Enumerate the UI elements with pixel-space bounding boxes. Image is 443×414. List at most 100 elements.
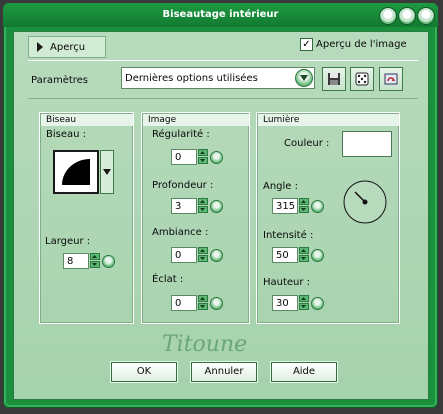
shine-input[interactable]: 0 (171, 295, 197, 311)
title-bar[interactable]: Biseautage intérieur (3, 3, 438, 27)
preview-toggle-label: Aperçu (50, 41, 86, 53)
ambience-input[interactable]: 0 (171, 247, 197, 263)
angle-input[interactable]: 315 (272, 198, 298, 214)
slider-knob-icon[interactable] (210, 248, 224, 262)
save-icon (328, 73, 340, 85)
field-label: Angle : (263, 181, 299, 192)
help-window-icon[interactable] (379, 7, 397, 25)
bevel-dropdown-button[interactable] (100, 150, 114, 194)
field-label: Éclat : (152, 274, 184, 285)
decrement-icon[interactable] (298, 303, 310, 310)
bevel-group: Biseau Biseau : Largeur : 8 (39, 112, 134, 324)
regularity-spinner[interactable]: 0 (171, 147, 224, 167)
preview-image-checkbox[interactable]: ✓ (300, 38, 313, 51)
angle-stepper[interactable] (298, 198, 310, 214)
angle-dial[interactable] (342, 179, 388, 228)
height-spinner[interactable]: 30 (272, 293, 325, 313)
slider-knob-icon[interactable] (311, 296, 325, 310)
chevron-down-icon (103, 169, 111, 175)
close-window-icon[interactable] (417, 7, 435, 25)
regularity-input[interactable]: 0 (171, 149, 197, 165)
height-stepper[interactable] (298, 295, 310, 311)
decrement-icon[interactable] (197, 206, 209, 213)
reset-icon (384, 73, 398, 85)
field-label: Hauteur : (263, 277, 311, 288)
cancel-button[interactable]: Annuler (191, 362, 257, 382)
dice-icon (355, 72, 369, 86)
increment-icon[interactable] (89, 253, 101, 260)
slider-knob-icon[interactable] (210, 296, 224, 310)
field-label: Profondeur : (152, 180, 214, 191)
increment-icon[interactable] (298, 247, 310, 254)
shine-stepper[interactable] (197, 295, 209, 311)
decrement-icon[interactable] (89, 261, 101, 268)
decrement-icon[interactable] (298, 255, 310, 262)
depth-input[interactable]: 3 (171, 198, 197, 214)
depth-stepper[interactable] (197, 198, 209, 214)
preview-toggle-button[interactable]: Aperçu (28, 36, 106, 58)
chevron-down-icon[interactable] (295, 69, 313, 87)
width-input[interactable]: 8 (63, 253, 89, 269)
field-label: Ambiance : (152, 227, 209, 238)
width-label: Largeur : (45, 236, 91, 247)
angle-dial-icon (343, 180, 387, 224)
divider (28, 60, 418, 61)
ambience-stepper[interactable] (197, 247, 209, 263)
divider (28, 98, 418, 99)
light-group-title: Lumière (258, 114, 399, 126)
increment-icon[interactable] (197, 149, 209, 156)
reset-button[interactable] (379, 67, 403, 91)
slider-knob-icon[interactable] (102, 254, 116, 268)
increment-icon[interactable] (197, 247, 209, 254)
preset-select[interactable]: Dernières options utilisées (121, 67, 315, 89)
dialog-client: Aperçu ✓ Aperçu de l'image Paramètres De… (13, 31, 429, 400)
bevel-shape-icon (62, 159, 90, 185)
slider-knob-icon[interactable] (311, 199, 325, 213)
regularity-stepper[interactable] (197, 149, 209, 165)
width-stepper[interactable] (89, 253, 101, 269)
intensity-spinner[interactable]: 50 (272, 245, 325, 265)
help-button[interactable]: Aide (271, 362, 337, 382)
increment-icon[interactable] (197, 295, 209, 302)
preview-image-label: Aperçu de l'image (316, 39, 407, 50)
field-label: Régularité : (152, 129, 210, 140)
intensity-stepper[interactable] (298, 247, 310, 263)
increment-icon[interactable] (298, 198, 310, 205)
window-title: Biseautage intérieur (162, 9, 279, 20)
slider-knob-icon[interactable] (311, 248, 325, 262)
minimize-window-icon[interactable] (398, 7, 416, 25)
depth-spinner[interactable]: 3 (171, 196, 224, 216)
dialog-window: Biseautage intérieur Aperçu ✓ Aperçu de … (3, 3, 438, 408)
ok-button[interactable]: OK (111, 362, 177, 382)
increment-icon[interactable] (197, 198, 209, 205)
shine-spinner[interactable]: 0 (171, 293, 224, 313)
light-color-swatch[interactable] (342, 131, 392, 157)
slider-knob-icon[interactable] (210, 199, 224, 213)
height-input[interactable]: 30 (272, 295, 298, 311)
light-group: Lumière Couleur : Angle : 315 Intensité … (256, 112, 400, 324)
watermark: Titoune (162, 332, 248, 357)
intensity-input[interactable]: 50 (272, 247, 298, 263)
slider-knob-icon[interactable] (210, 150, 224, 164)
image-group-title: Image (143, 114, 249, 126)
bevel-label: Biseau : (46, 129, 87, 140)
preset-value: Dernières options utilisées (125, 72, 258, 84)
angle-spinner[interactable]: 315 (272, 196, 325, 216)
field-label: Intensité : (263, 230, 314, 241)
increment-icon[interactable] (298, 295, 310, 302)
ambience-spinner[interactable]: 0 (171, 245, 224, 265)
preview-image-option[interactable]: ✓ Aperçu de l'image (300, 38, 407, 51)
bevel-shape-preview[interactable] (53, 150, 99, 194)
params-label: Paramètres (31, 75, 89, 86)
decrement-icon[interactable] (197, 255, 209, 262)
save-preset-button[interactable] (322, 67, 346, 91)
randomize-button[interactable] (350, 67, 374, 91)
image-group: Image Régularité : 0 Profondeur : 3 Ambi… (141, 112, 250, 324)
color-label: Couleur : (284, 138, 330, 149)
decrement-icon[interactable] (197, 303, 209, 310)
decrement-icon[interactable] (197, 157, 209, 164)
decrement-icon[interactable] (298, 206, 310, 213)
bevel-group-title: Biseau (41, 114, 133, 126)
width-spinner[interactable]: 8 (63, 251, 116, 271)
expand-arrow-icon (37, 42, 43, 52)
